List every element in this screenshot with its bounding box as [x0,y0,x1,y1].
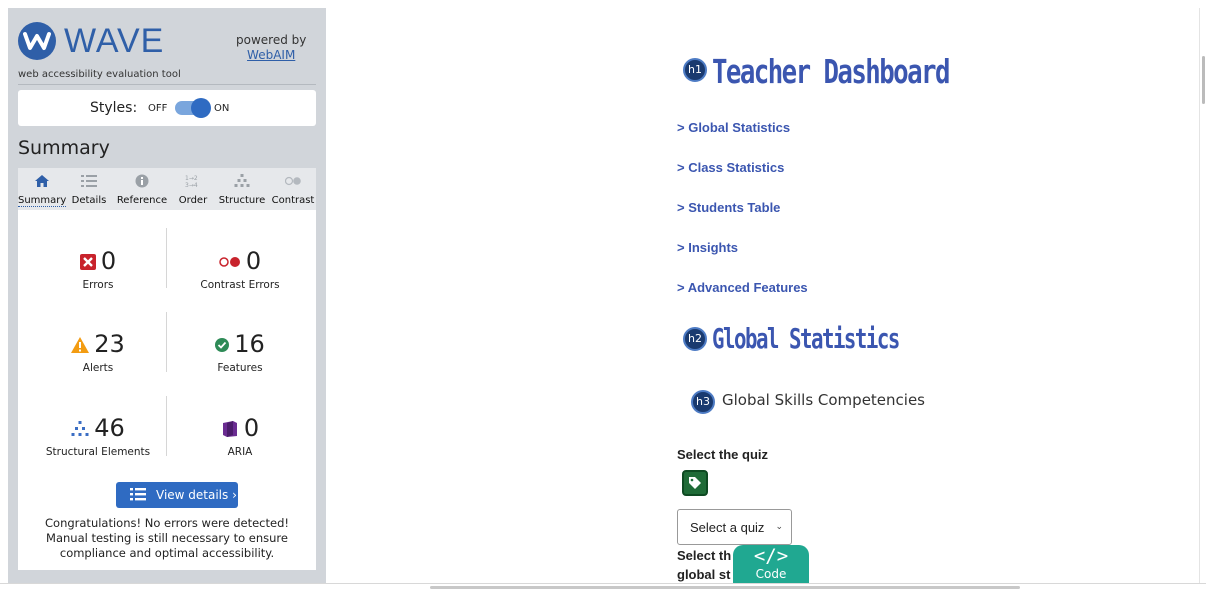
alert-icon [71,336,90,353]
aria-icon [222,420,237,437]
page-title: Teacher Dashboard [712,52,950,91]
chevron-down-icon: ⌄ [775,522,783,532]
structure-icon [234,174,250,187]
tab-order[interactable]: 1→2 3→4 Order [172,168,214,210]
aria-count: 0 [243,414,260,442]
tab-details[interactable]: Details [66,168,112,210]
tab-label: Summary [18,195,67,207]
powered-by-text: powered by [236,33,307,47]
styles-toggle-box: Styles: OFF ON [18,90,316,126]
link-global-statistics[interactable]: > Global Statistics [677,120,790,135]
info-icon [135,174,149,188]
tab-label: Details [71,195,107,206]
svg-text:1→2: 1→2 [185,175,198,182]
subsection-heading: Global Skills Competencies [722,391,925,409]
list-icon [81,175,97,187]
truncated-label: Select th [677,548,732,563]
contrast-errors-count: 0 [245,247,262,275]
truncated-label: global st [677,567,731,582]
divider [1199,8,1200,583]
divider [18,84,316,85]
tab-label: Structure [218,195,266,206]
code-icon: </> [753,545,789,567]
tab-summary[interactable]: Summary [18,168,66,210]
code-button[interactable]: </> Code [733,545,809,583]
alerts-label: Alerts [82,362,114,374]
stat-structural[interactable]: 46 Structural Elements [28,414,168,458]
features-count: 16 [234,330,265,358]
aria-label: ARIA [227,446,253,458]
code-label: Code [755,567,787,581]
tag-icon[interactable] [682,470,708,496]
wave-sidebar: WAVE web accessibility evaluation tool p… [8,8,326,583]
contrast-errors-label: Contrast Errors [200,279,280,291]
svg-text:3→4: 3→4 [185,182,198,188]
view-details-button[interactable]: View details › [116,482,238,508]
h2-badge[interactable]: h2 [683,327,707,351]
tab-label: Contrast [271,195,315,206]
structural-count: 46 [94,414,125,442]
errors-label: Errors [82,279,114,291]
contrast-error-icon [219,256,240,267]
error-icon [79,253,96,270]
select-quiz-label: Select the quiz [677,447,769,462]
structural-label: Structural Elements [45,446,151,458]
stat-errors[interactable]: 0 Errors [28,247,168,291]
stat-aria[interactable]: 0 ARIA [170,414,310,458]
styles-on-label: ON [214,103,230,114]
section-heading: Global Statistics [712,322,900,355]
tab-contrast[interactable]: Contrast [270,168,316,210]
structure-icon [71,420,89,436]
h3-badge[interactable]: h3 [691,390,715,414]
link-students-table[interactable]: > Students Table [677,200,780,215]
features-label: Features [217,362,263,374]
wave-logo-row: WAVE web accessibility evaluation tool p… [18,22,318,84]
wave-logo-subtitle: web accessibility evaluation tool [18,69,181,80]
styles-off-label: OFF [148,103,168,114]
vertical-scrollbar[interactable] [1202,56,1205,104]
quiz-select[interactable]: Select a quiz ⌄ [677,509,792,545]
tab-reference[interactable]: Reference [112,168,172,210]
wave-logo-text: WAVE [64,22,165,60]
page: WAVE web accessibility evaluation tool p… [0,0,1206,589]
tab-label: Reference [116,195,168,206]
link-advanced-features[interactable]: > Advanced Features [677,280,808,295]
list-icon [130,488,146,501]
powered-by: powered by WebAIM [236,33,306,63]
order-icon: 1→23→4 [185,175,198,188]
top-edge [0,0,1206,8]
tab-structure[interactable]: Structure [214,168,270,210]
summary-heading: Summary [18,137,110,159]
horizontal-scrollbar[interactable] [0,583,1206,589]
link-class-statistics[interactable]: > Class Statistics [677,160,784,175]
congrats-message: Congratulations! No errors were detected… [45,516,289,560]
contrast-icon [285,176,301,186]
webaim-link[interactable]: WebAIM [236,48,306,63]
feature-check-icon [215,337,230,352]
tab-label: Order [178,195,208,206]
errors-count: 0 [100,247,117,275]
stat-contrast-errors[interactable]: 0 Contrast Errors [170,247,310,291]
stat-features[interactable]: 16 Features [170,330,310,374]
quiz-select-value: Select a quiz [690,520,765,535]
wave-logo-icon [18,22,56,60]
alerts-count: 23 [94,330,125,358]
summary-panel: 0 Errors 0 Contrast Errors 23 Alerts 16 [18,210,316,570]
h1-badge[interactable]: h1 [683,58,707,82]
view-details-label: View details › [156,488,237,502]
home-icon [35,175,49,187]
styles-toggle[interactable] [175,98,211,118]
panel-tabs: Summary Details Reference 1→2 3→4 Order S… [18,168,316,210]
styles-label: Styles: [90,100,138,116]
link-insights[interactable]: > Insights [677,240,738,255]
toggle-knob [191,98,211,118]
stat-alerts[interactable]: 23 Alerts [28,330,168,374]
